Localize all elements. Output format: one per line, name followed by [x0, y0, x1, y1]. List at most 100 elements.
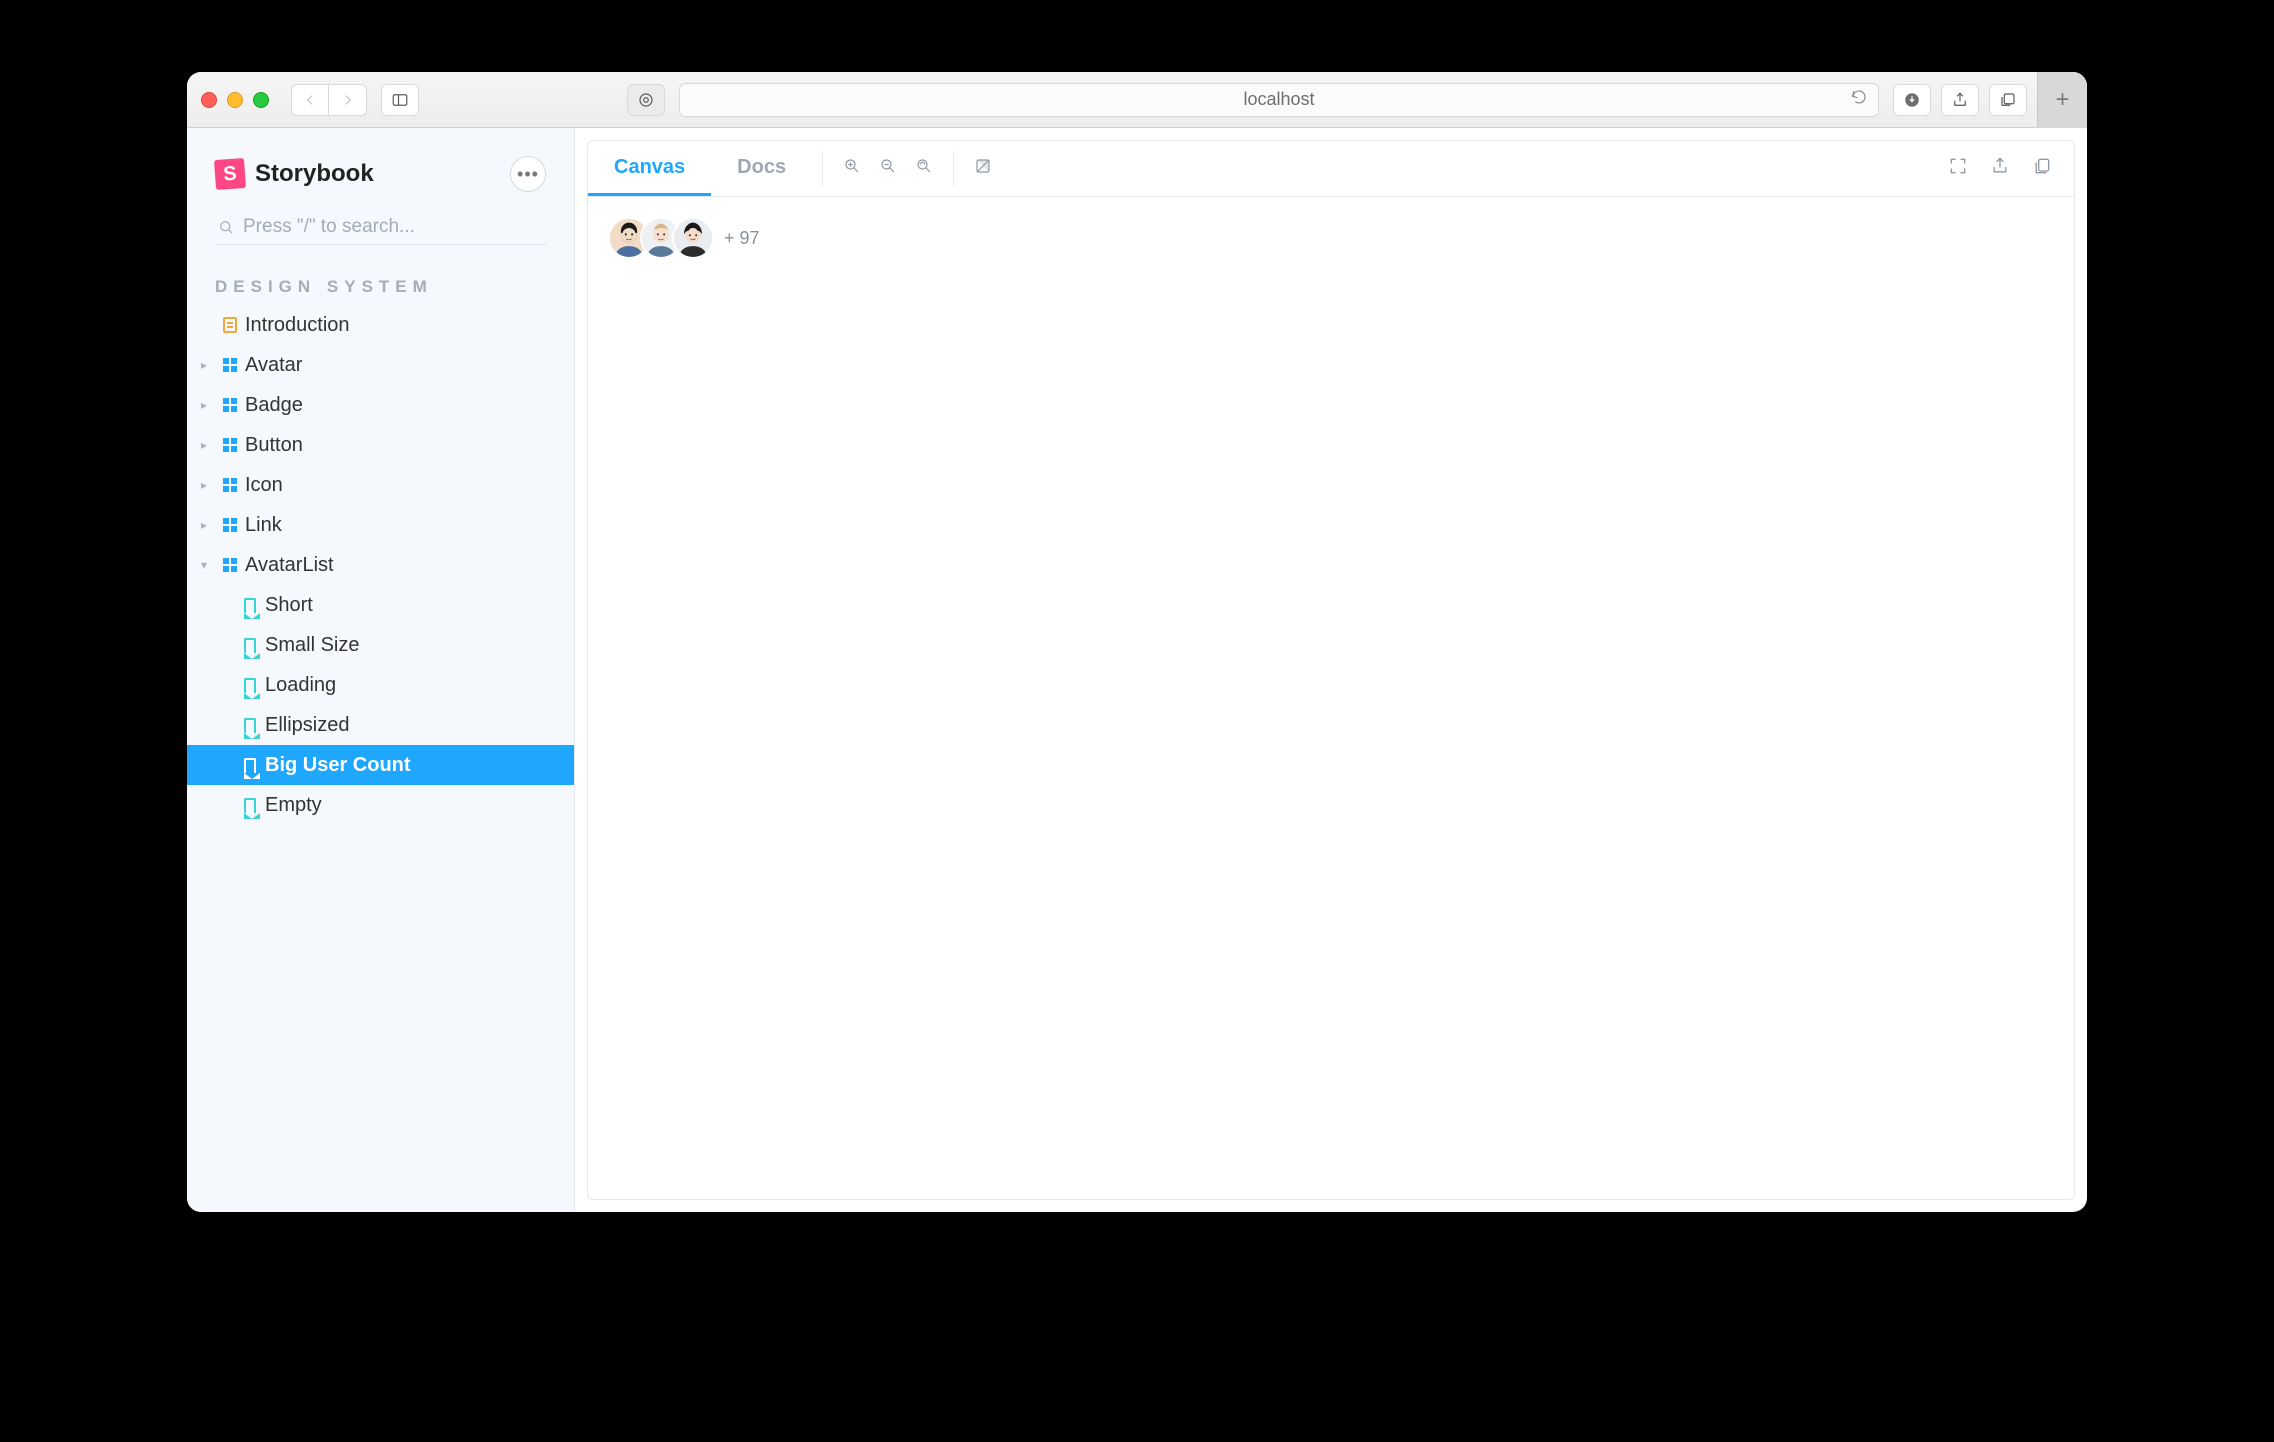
- story-icon: [241, 676, 259, 694]
- toolbar-separator: [953, 151, 954, 186]
- show-tabs-button[interactable]: [1989, 84, 2027, 116]
- ellipsis-icon: •••: [517, 164, 539, 185]
- avatar-face-icon: [674, 219, 712, 257]
- fullscreen-icon: [1948, 156, 1968, 176]
- expander-icon[interactable]: ▸: [201, 438, 215, 452]
- expander-icon[interactable]: ▸: [201, 518, 215, 532]
- sidebar-search[interactable]: [215, 210, 546, 245]
- copy-icon: [2032, 156, 2052, 176]
- zoom-reset-button[interactable]: [915, 157, 933, 180]
- preview-panel: Canvas Docs: [587, 140, 2075, 1200]
- search-icon: [217, 218, 235, 236]
- fullscreen-button[interactable]: [1948, 156, 1968, 181]
- expander-icon[interactable]: ▸: [201, 358, 215, 372]
- tree-label: AvatarList: [245, 554, 334, 577]
- brand[interactable]: S Storybook: [215, 159, 374, 189]
- tab-docs[interactable]: Docs: [711, 141, 812, 196]
- story-icon: [241, 756, 259, 774]
- sidebar-item-badge[interactable]: ▸ Badge: [187, 385, 574, 425]
- tree-label: Empty: [265, 794, 322, 817]
- storybook-sidebar: S Storybook ••• Design System ▸ Introduc…: [187, 128, 575, 1212]
- downloads-button[interactable]: [1893, 84, 1931, 116]
- sidebar-item-avatarlist[interactable]: ▾ AvatarList: [187, 545, 574, 585]
- sidebar-story-empty[interactable]: Empty: [187, 785, 574, 825]
- component-icon: [221, 516, 239, 534]
- tree-label: Ellipsized: [265, 714, 349, 737]
- tree-label: Small Size: [265, 634, 359, 657]
- sidebar-story-ellipsized[interactable]: Ellipsized: [187, 705, 574, 745]
- reload-icon: [1850, 88, 1868, 106]
- expander-icon[interactable]: ▸: [201, 398, 215, 412]
- zoom-reset-icon: [915, 157, 933, 175]
- share-icon: [1990, 156, 2010, 176]
- tree-label: Button: [245, 434, 303, 457]
- sidebar-item-icon[interactable]: ▸ Icon: [187, 465, 574, 505]
- window-controls: [201, 92, 269, 108]
- story-icon: [241, 796, 259, 814]
- preview-toolbar: Canvas Docs: [588, 141, 2074, 197]
- download-icon: [1903, 91, 1921, 109]
- new-tab-button[interactable]: +: [2037, 72, 2087, 128]
- sidebar-menu-button[interactable]: •••: [510, 156, 546, 192]
- chevron-left-icon: [301, 91, 319, 109]
- background-toggle-button[interactable]: [974, 157, 992, 180]
- reload-button[interactable]: [1850, 88, 1868, 111]
- forward-button[interactable]: [329, 84, 367, 116]
- copy-link-button[interactable]: [2032, 156, 2052, 181]
- sidebar-story-big-user-count[interactable]: Big User Count: [187, 745, 574, 785]
- password-manager-button[interactable]: [627, 84, 665, 116]
- app-content: S Storybook ••• Design System ▸ Introduc…: [187, 128, 2087, 1212]
- share-button[interactable]: [1941, 84, 1979, 116]
- window-minimize-button[interactable]: [227, 92, 243, 108]
- tree-label: Icon: [245, 474, 283, 497]
- tree-label: Big User Count: [265, 754, 411, 777]
- avatar-list-component: + 97: [608, 217, 2054, 259]
- story-icon: [241, 716, 259, 734]
- avatar: [672, 217, 714, 259]
- expander-icon[interactable]: ▾: [201, 558, 215, 572]
- window-close-button[interactable]: [201, 92, 217, 108]
- sidebar-item-button[interactable]: ▸ Button: [187, 425, 574, 465]
- story-icon: [241, 596, 259, 614]
- open-in-new-tab-button[interactable]: [1990, 156, 2010, 181]
- sidebar-item-avatar[interactable]: ▸ Avatar: [187, 345, 574, 385]
- sidebar-story-loading[interactable]: Loading: [187, 665, 574, 705]
- tree-label: Short: [265, 594, 313, 617]
- chevron-right-icon: [339, 91, 357, 109]
- url-text: localhost: [1243, 89, 1314, 110]
- tree-label: Loading: [265, 674, 336, 697]
- component-icon: [221, 556, 239, 574]
- sidebar-story-small-size[interactable]: Small Size: [187, 625, 574, 665]
- sidebar-item-link[interactable]: ▸ Link: [187, 505, 574, 545]
- tab-canvas[interactable]: Canvas: [588, 141, 711, 196]
- plus-icon: +: [2055, 86, 2069, 114]
- background-controls: [964, 141, 1002, 196]
- toolbar-right: [1948, 141, 2062, 196]
- zoom-in-icon: [843, 157, 861, 175]
- sidebar-toggle-button[interactable]: [381, 84, 419, 116]
- browser-titlebar: localhost +: [187, 72, 2087, 128]
- zoom-controls: [833, 141, 943, 196]
- window-maximize-button[interactable]: [253, 92, 269, 108]
- brand-title: Storybook: [255, 160, 374, 188]
- back-button[interactable]: [291, 84, 329, 116]
- search-input[interactable]: [243, 216, 544, 238]
- story-icon: [241, 636, 259, 654]
- tree-label: Avatar: [245, 354, 302, 377]
- zoom-out-button[interactable]: [879, 157, 897, 180]
- component-icon: [221, 476, 239, 494]
- sidebar-item-introduction[interactable]: ▸ Introduction: [187, 305, 574, 345]
- url-bar[interactable]: localhost: [679, 83, 1879, 117]
- zoom-in-button[interactable]: [843, 157, 861, 180]
- sidebar-header: S Storybook •••: [187, 146, 574, 210]
- zoom-out-icon: [879, 157, 897, 175]
- tree-label: Badge: [245, 394, 303, 417]
- sidebar-icon: [391, 91, 409, 109]
- sidebar-story-short[interactable]: Short: [187, 585, 574, 625]
- sidebar-section-title: Design System: [187, 263, 574, 305]
- canvas-body: + 97: [588, 197, 2074, 1199]
- expander-icon[interactable]: ▸: [201, 478, 215, 492]
- tree-label: Introduction: [245, 314, 350, 337]
- view-tabs: Canvas Docs: [588, 141, 812, 196]
- tree-label: Link: [245, 514, 282, 537]
